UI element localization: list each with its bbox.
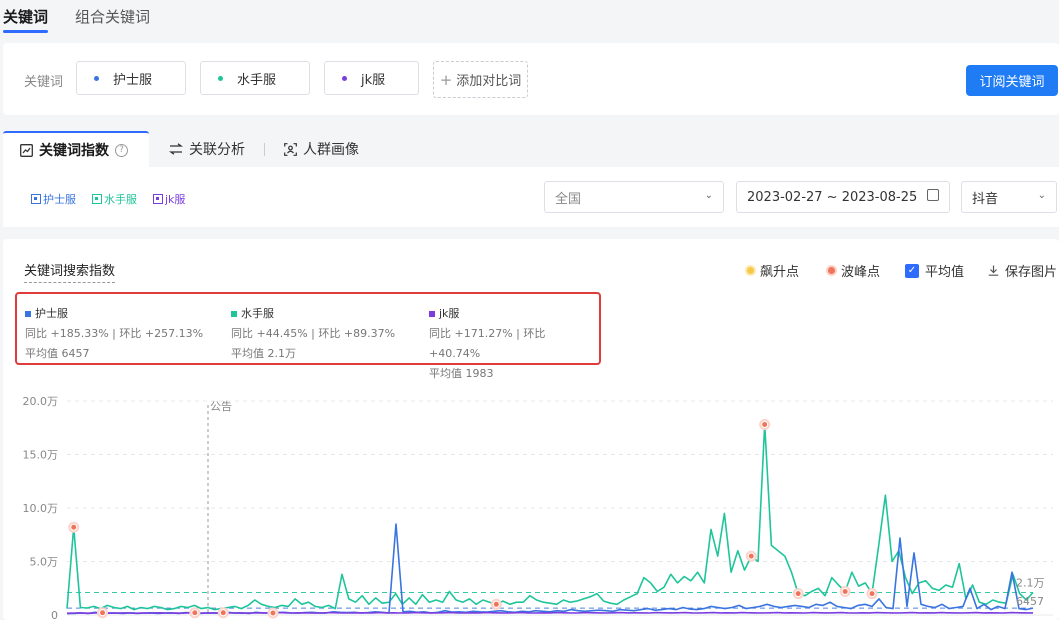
tab-keyword-index[interactable]: 关键词指数 ? (3, 131, 149, 167)
peak-marker (794, 590, 802, 598)
keyword-chip-label: jk服 (361, 72, 386, 88)
checkbox-icon (31, 194, 41, 204)
keyword-chip-sailor[interactable]: 水手服 (200, 61, 310, 95)
keyword-chip-nurse[interactable]: 护士服 (76, 61, 186, 95)
peak-marker (492, 600, 500, 608)
legend-label: 护士服 (43, 193, 76, 206)
plus-icon: + (439, 70, 453, 89)
y-tick-label: 20.0万 (23, 395, 59, 408)
peak-marker (761, 421, 769, 429)
series-line (67, 523, 1034, 615)
chevron-down-icon: ⌄ (704, 190, 713, 201)
y-tick-label: 10.0万 (23, 502, 59, 515)
legend-toggle-jk[interactable]: jk服 (153, 191, 185, 207)
keyword-chip-jk[interactable]: jk服 (324, 61, 419, 95)
region-value: 全国 (555, 191, 582, 207)
keyword-label: 关键词 (24, 75, 64, 90)
checkbox-icon (153, 194, 163, 204)
tab-crowd-portrait[interactable]: 人群画像 (284, 131, 359, 167)
add-compare-label: 添加对比词 (456, 74, 522, 89)
legend-label: 水手服 (104, 193, 137, 206)
tab-related-analysis[interactable]: 关联分析 (169, 131, 245, 167)
date-range-picker[interactable]: 2023-02-27 ~ 2023-08-25 (736, 181, 950, 213)
search-index-chart[interactable]: 0 5.0万 10.0万 15.0万 20.0万 公告 2.1万 6457 (3, 239, 1059, 620)
annotation-label: 公告 (210, 400, 232, 413)
region-select[interactable]: 全国 ⌄ (544, 181, 724, 213)
peak-marker (191, 609, 199, 617)
subscribe-keyword-button[interactable]: 订阅关键词 (966, 65, 1058, 96)
chevron-down-icon: ⌄ (1037, 190, 1046, 201)
trend-chart-icon (20, 143, 33, 157)
keyword-chip-label: 水手服 (237, 72, 277, 88)
legend-label: jk服 (165, 193, 186, 206)
legend-toggle-sailor[interactable]: 水手服 (92, 191, 137, 207)
portrait-icon (284, 142, 297, 156)
tab-label: 人群画像 (303, 142, 359, 158)
keyword-chip-label: 护士服 (113, 72, 153, 88)
tab-divider (264, 143, 265, 156)
legend-toggle-nurse[interactable]: 护士服 (31, 191, 76, 207)
swap-icon (169, 143, 183, 155)
date-range-value: 2023-02-27 ~ 2023-08-25 (747, 189, 918, 205)
tab-label: 关键词指数 (39, 143, 109, 159)
tab-combined-keyword[interactable]: 组合关键词 (75, 6, 150, 27)
peak-marker (269, 609, 277, 617)
platform-select[interactable]: 抖音 ⌄ (961, 181, 1057, 213)
series-dot (94, 75, 99, 81)
peak-marker (841, 587, 849, 595)
y-tick-label: 0 (51, 609, 58, 620)
filter-row: 护士服 水手服 jk服 全国 ⌄ 2023-02-27 ~ 2023-08-25… (3, 167, 1059, 227)
chart-panel: 关键词搜索指数 飙升点 波峰点 ✓ 平均值 保存图片 护士服 同比 +185.3… (3, 239, 1059, 620)
calendar-icon (927, 189, 939, 201)
series-line (66, 423, 1034, 611)
series-dot (218, 75, 223, 81)
y-tick-label: 15.0万 (23, 449, 59, 462)
y-tick-label: 5.0万 (30, 556, 59, 569)
tab-label: 关联分析 (189, 142, 245, 158)
help-icon[interactable]: ? (115, 143, 128, 157)
top-tabs: 关键词 组合关键词 (0, 0, 1059, 34)
analysis-tabs: 关键词指数 ? 关联分析 人群画像 (3, 131, 1059, 167)
keyword-bar: 关键词 护士服 水手服 jk服 + 添加对比词 订阅关键词 (3, 43, 1059, 115)
series-dot (342, 75, 347, 81)
end-label: 6457 (1016, 595, 1044, 608)
add-compare-keyword-button[interactable]: + 添加对比词 (433, 61, 528, 98)
checkbox-icon (92, 194, 102, 204)
end-label: 2.1万 (1016, 577, 1045, 590)
peak-marker (70, 523, 78, 531)
peak-marker (868, 590, 876, 598)
series-line (66, 611, 1033, 615)
platform-value: 抖音 (972, 191, 999, 207)
peak-marker (99, 609, 107, 617)
peak-marker (747, 552, 755, 560)
peak-marker (219, 609, 227, 617)
tab-keyword[interactable]: 关键词 (3, 6, 49, 33)
